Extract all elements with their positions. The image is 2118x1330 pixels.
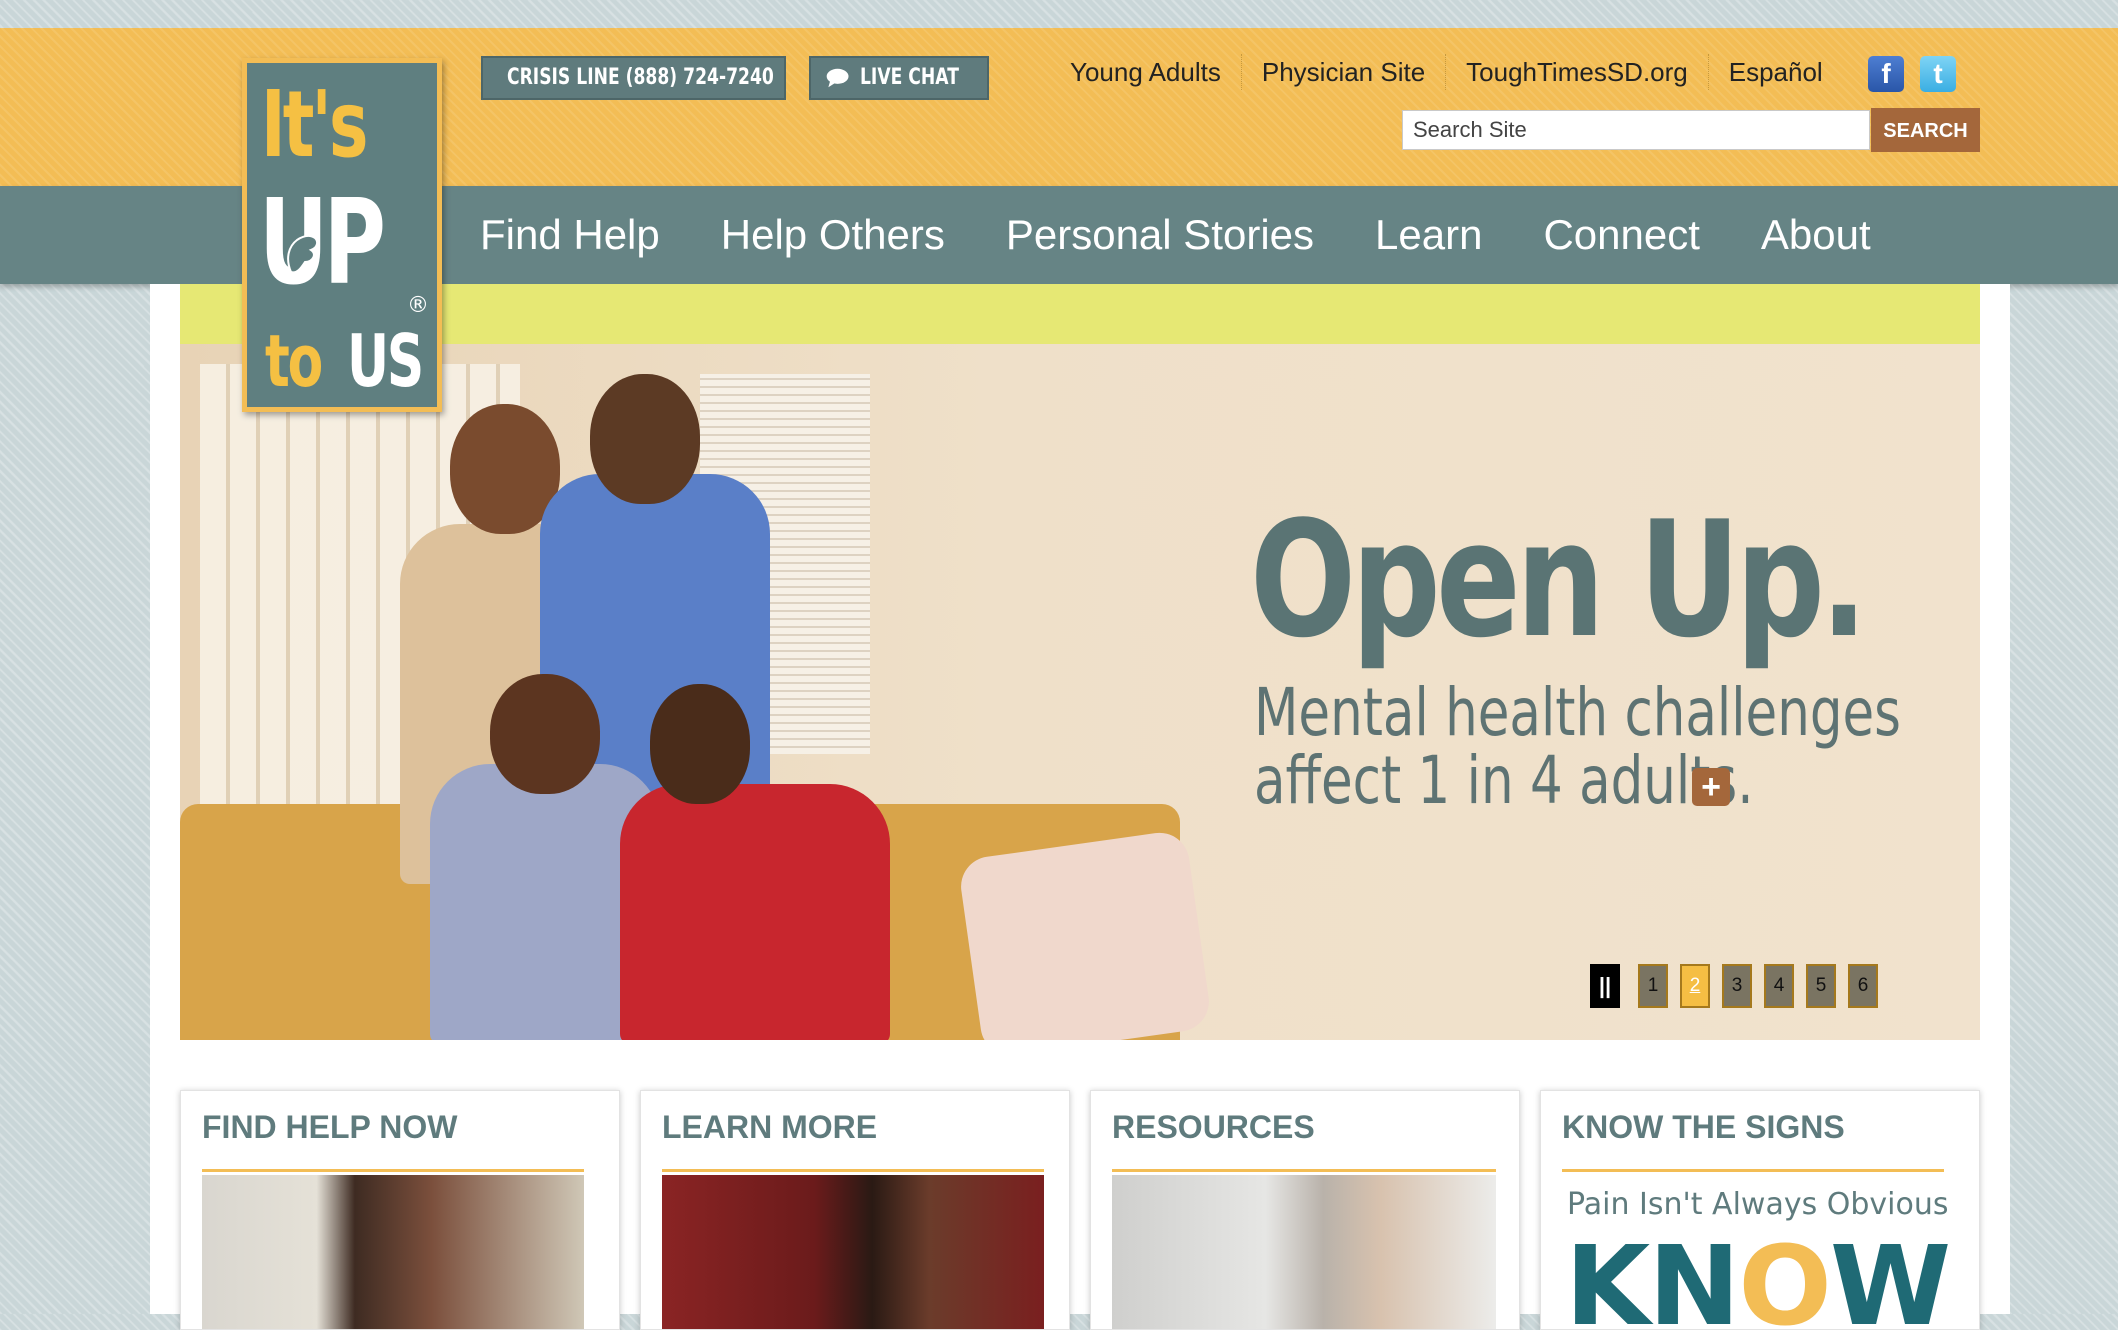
- nav-find-help[interactable]: Find Help: [480, 211, 660, 259]
- hero-headline: Open Up.: [1250, 486, 1868, 673]
- link-espanol[interactable]: Español: [1709, 54, 1843, 90]
- card-photo: [202, 1175, 584, 1329]
- card-title: FIND HELP NOW: [202, 1109, 458, 1145]
- card-tagline: Pain Isn't Always Obvious: [1567, 1187, 1949, 1222]
- slide-6-button[interactable]: 6: [1848, 964, 1878, 1008]
- nav-learn[interactable]: Learn: [1375, 211, 1482, 259]
- card-title: RESOURCES: [1112, 1109, 1315, 1145]
- card-title: LEARN MORE: [662, 1109, 878, 1145]
- card-resources[interactable]: RESOURCES: [1090, 1090, 1520, 1330]
- card-photo: [1112, 1175, 1496, 1329]
- chat-bubble-icon: [826, 68, 849, 88]
- live-chat-label: LIVE CHAT: [860, 65, 960, 90]
- hands-icon: [287, 234, 319, 274]
- nav-connect[interactable]: Connect: [1543, 211, 1699, 259]
- slide-2-button[interactable]: 2: [1680, 964, 1710, 1008]
- hero-photo-pillow: [957, 828, 1213, 1040]
- link-physician-site[interactable]: Physician Site: [1242, 54, 1447, 90]
- card-rule: [662, 1169, 1044, 1172]
- card-find-help-now[interactable]: FIND HELP NOW: [180, 1090, 620, 1330]
- utility-links: Young Adults Physician Site ToughTimesSD…: [1050, 54, 1843, 90]
- crisis-line-button[interactable]: CRISIS LINE (888) 724-7240: [481, 56, 786, 100]
- card-learn-more[interactable]: LEARN MORE: [640, 1090, 1070, 1330]
- hero-photo-girl-head: [490, 674, 600, 794]
- slide-1-button[interactable]: 1: [1638, 964, 1668, 1008]
- card-know-the-signs[interactable]: KNOW THE SIGNS Pain Isn't Always Obvious…: [1540, 1090, 1980, 1330]
- card-rule: [1112, 1169, 1496, 1172]
- logo-to-text: to: [265, 319, 323, 403]
- hero-photo-boy-head: [650, 684, 750, 804]
- main-nav: Find Help Help Others Personal Stories L…: [480, 186, 1871, 284]
- logo-its-text: It's: [261, 71, 368, 178]
- logo-us-text: US: [347, 319, 424, 403]
- search-input[interactable]: [1402, 110, 1870, 150]
- nav-help-others[interactable]: Help Others: [721, 211, 945, 259]
- plus-icon[interactable]: +: [1692, 768, 1730, 806]
- live-chat-button[interactable]: LIVE CHAT: [809, 56, 989, 100]
- nav-about[interactable]: About: [1761, 211, 1871, 259]
- nav-personal-stories[interactable]: Personal Stories: [1006, 211, 1314, 259]
- twitter-icon[interactable]: t: [1920, 56, 1956, 92]
- link-young-adults[interactable]: Young Adults: [1050, 54, 1242, 90]
- accent-strip: [180, 284, 1980, 344]
- slide-5-button[interactable]: 5: [1806, 964, 1836, 1008]
- card-rule: [1562, 1169, 1944, 1172]
- hero-subline-2: affect 1 in 4 adults.: [1254, 742, 1754, 819]
- pause-button[interactable]: ||: [1590, 964, 1620, 1008]
- twitter-glyph: t: [1933, 58, 1943, 89]
- slide-pager: || 1 2 3 4 5 6: [1590, 964, 1878, 1008]
- facebook-icon[interactable]: f: [1868, 56, 1904, 92]
- crisis-line-label: CRISIS LINE (888) 724-7240: [507, 65, 774, 90]
- hero-photo-man-head: [590, 374, 700, 504]
- card-title: KNOW THE SIGNS: [1562, 1109, 1845, 1145]
- site-logo[interactable]: It's UP ® to US: [242, 58, 442, 412]
- hero-photo-boy-body: [620, 784, 890, 1040]
- search-button[interactable]: SEARCH: [1871, 108, 1980, 152]
- know-logo: KNOW: [1565, 1231, 1951, 1329]
- slide-3-button[interactable]: 3: [1722, 964, 1752, 1008]
- link-toughtimes[interactable]: ToughTimesSD.org: [1446, 54, 1709, 90]
- registered-mark: ®: [407, 293, 429, 318]
- card-photo: [662, 1175, 1044, 1329]
- hero-subline-1: Mental health challenges: [1254, 674, 1901, 751]
- slide-4-button[interactable]: 4: [1764, 964, 1794, 1008]
- card-rule: [202, 1169, 584, 1172]
- facebook-glyph: f: [1881, 58, 1891, 89]
